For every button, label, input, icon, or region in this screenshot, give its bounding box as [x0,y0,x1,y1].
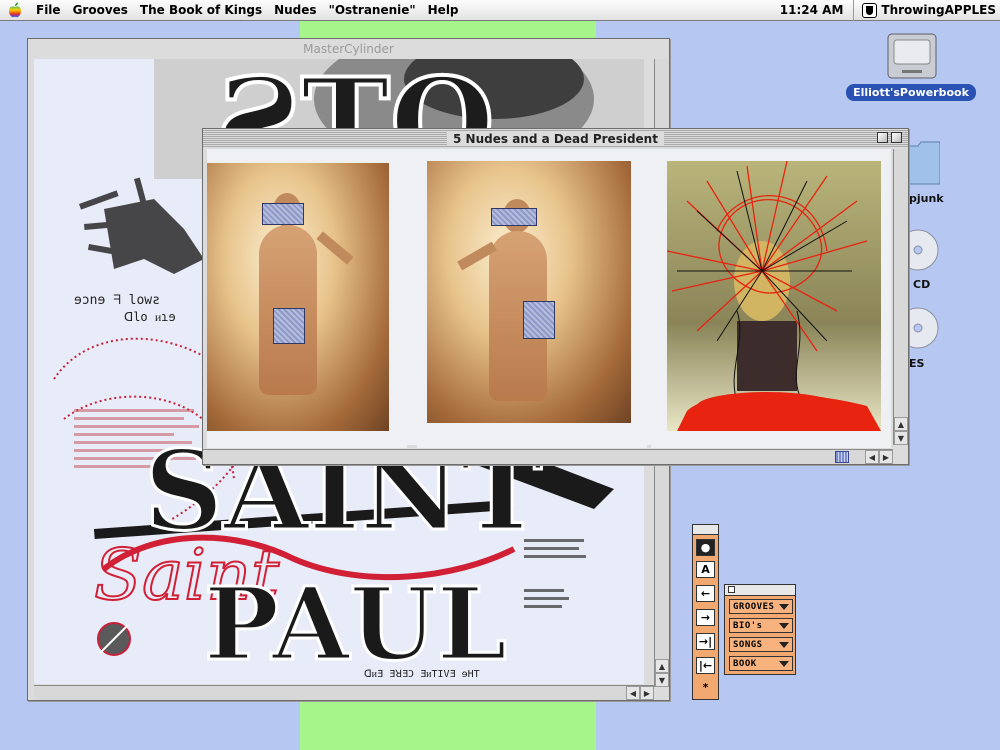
grooves-dropdown[interactable]: GROOVES [729,599,793,614]
nudes-scroll-left-arrow[interactable]: ◀ [865,450,879,464]
censor-bar-eyes-1 [262,203,304,225]
nudes-scroll-thumb[interactable] [835,451,849,463]
menu-grooves[interactable]: Grooves [67,0,134,21]
windowshade-box-icon[interactable] [891,132,902,143]
hard-drive-label[interactable]: Elliott'sPowerbook [846,84,976,101]
palette-titlebar[interactable] [693,525,718,535]
mastercylinder-titlebar[interactable]: MasterCylinder [28,39,669,58]
nudes-title: 5 Nudes and a Dead President [447,131,664,146]
nudes-scroll-up-arrow[interactable]: ▲ [894,417,908,431]
nude-photo-2[interactable] [427,161,631,423]
poster-reversed-text-1: ɘɔnɘ ᖷ lowƨ [74,293,160,308]
menu-palette-close-icon[interactable] [728,586,735,593]
palette-back-button[interactable]: ← [696,585,715,602]
mastercylinder-title: MasterCylinder [303,41,394,56]
chevron-down-icon [779,622,789,629]
menu-ostranenie[interactable]: "Ostranenie" [323,0,422,21]
figure-arm [316,231,354,265]
nude-photo-1[interactable] [207,163,389,431]
menu-bar: File Grooves The Book of Kings Nudes "Os… [0,0,1000,21]
menu-book-of-kings[interactable]: The Book of Kings [134,0,268,21]
menu-nudes[interactable]: Nudes [268,0,322,21]
photo-frame-1 [207,156,407,448]
chevron-down-icon [779,603,789,610]
photo-frame-2 [417,156,647,448]
censor-bar-body-2 [523,301,555,339]
palette-end-button[interactable]: →| [696,633,715,650]
nudes-titlebar[interactable]: 5 Nudes and a Dead President [203,129,908,148]
chevron-down-icon [779,641,789,648]
nudes-scroll-right-arrow[interactable]: ▶ [879,450,893,464]
poster-reversed-text-2: ᗡlo ᴎɿɘ [124,310,176,324]
menu-clock[interactable]: 11:24 AM [770,0,855,21]
nudes-vertical-scrollbar[interactable]: ▲ ▼ [893,149,908,445]
book-dropdown[interactable]: BOOK [729,656,793,671]
dead-president-photo[interactable] [667,161,881,431]
menu-help[interactable]: Help [422,0,465,21]
nudes-window[interactable]: 5 Nudes and a Dead President ▲ ▼ ◀ ▶ [202,128,909,465]
apple-menu-icon[interactable] [0,0,30,21]
nudes-horizontal-scrollbar[interactable]: ◀ ▶ [203,449,893,464]
palette-a-button[interactable]: A [696,561,715,578]
scroll-down-arrow[interactable]: ▼ [655,673,669,687]
disk-icon[interactable] [906,306,940,352]
application-name: ThrowingAPPLES [881,3,996,17]
scroll-left-arrow[interactable]: ◀ [626,686,640,700]
scroll-up-arrow[interactable]: ▲ [655,659,669,673]
poster-headline-paul: PAUL [204,565,507,683]
palette-star-button[interactable]: * [696,679,715,696]
folder-icon[interactable] [906,138,940,188]
poster-reversed-text-3: ᗡᴎƎ ƎꓤƎƆ ƎᴎTIVƎ ɘHT [364,669,480,680]
palette-start-button[interactable]: |← [696,657,715,674]
nudes-content [207,149,891,448]
zoom-box-icon[interactable] [877,132,888,143]
menu-palette-window: GROOVES BIO's SONGS BOOK [724,584,796,675]
menu-file[interactable]: File [30,0,67,21]
application-switcher[interactable]: ThrowingAPPLES [854,2,1000,18]
mastercylinder-horizontal-scrollbar[interactable]: ◀ ▶ [34,685,654,700]
photo-frame-3 [651,156,891,448]
app-shield-icon [862,2,878,18]
censor-bar-eyes-2 [491,208,537,226]
chevron-down-icon [779,660,789,667]
cd-icon[interactable] [906,228,940,274]
palette-forward-button[interactable]: → [696,609,715,626]
censor-bar-body-1 [273,308,305,344]
desktop-label-pjunk[interactable]: pjunk [909,192,944,205]
hard-drive-icon[interactable] [886,30,938,82]
scroll-right-arrow[interactable]: ▶ [640,686,654,700]
bios-dropdown[interactable]: BIO's [729,618,793,633]
nudes-scroll-down-arrow[interactable]: ▼ [894,431,908,445]
palette-eye-button[interactable]: ● [696,539,715,556]
navigation-palette: ● A ← → →| |← * [692,524,719,700]
menu-palette-titlebar[interactable] [725,585,795,596]
songs-dropdown[interactable]: SONGS [729,637,793,652]
scribble-overlay [667,161,881,431]
desktop-label-es[interactable]: ES [909,357,924,370]
desktop-label-cd[interactable]: CD [913,278,930,291]
